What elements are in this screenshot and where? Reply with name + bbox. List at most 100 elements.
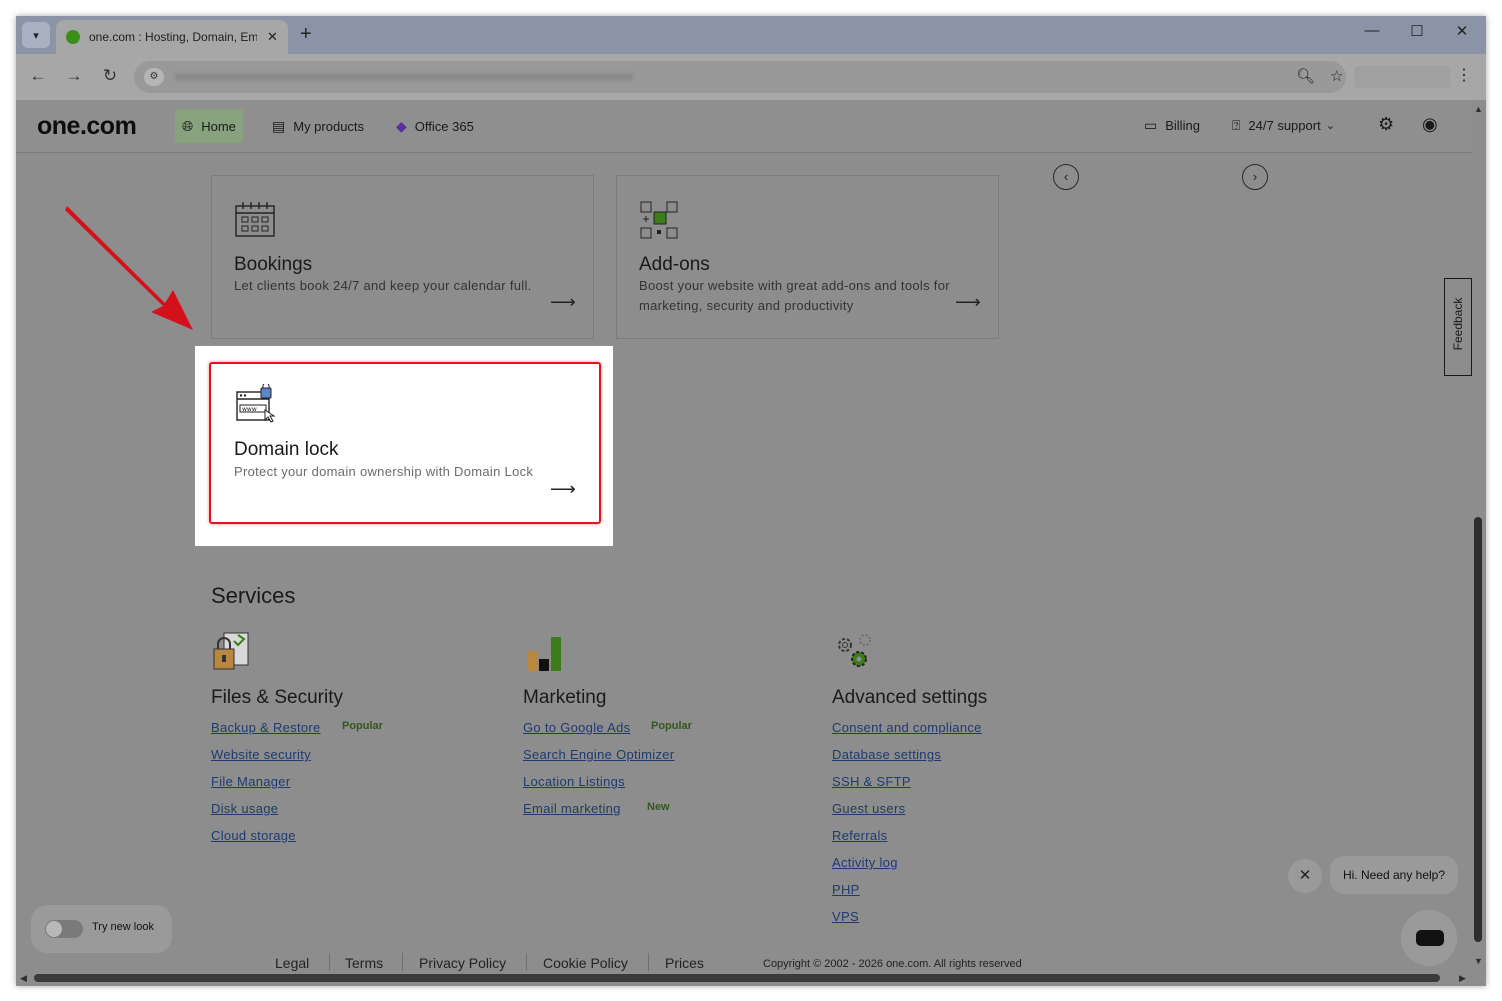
disk-usage-link[interactable]: Disk usage	[211, 801, 278, 816]
support-menu[interactable]: ⍰ 24/7 support ⌄	[1232, 117, 1335, 134]
credit-card-icon: ▭	[1144, 117, 1158, 133]
arrow-right-icon[interactable]: ⟶	[550, 479, 576, 500]
scroll-up-arrow-icon[interactable]: ▲	[1474, 104, 1483, 114]
url-text	[174, 73, 634, 81]
domain-lock-desc: Protect your domain ownership with Domai…	[234, 464, 534, 479]
calendar-icon	[235, 202, 275, 237]
copyright-text: Copyright © 2002 - 2026 one.com. All rig…	[763, 958, 1022, 970]
domain-lock-icon: www	[236, 384, 276, 423]
footer-divider	[402, 953, 403, 971]
billing-label: Billing	[1165, 118, 1200, 133]
files-security-title: Files & Security	[211, 687, 343, 708]
browser-tab[interactable]: one.com : Hosting, Domain, Em ✕	[56, 20, 288, 54]
browser-window: ▾ one.com : Hosting, Domain, Em ✕ + — ☐ …	[16, 16, 1486, 986]
addons-card[interactable]: Add-ons Boost your website with great ad…	[616, 175, 999, 339]
scroll-right-arrow-icon[interactable]: ▶	[1459, 973, 1466, 984]
profile-area[interactable]	[1354, 66, 1450, 88]
support-label: 24/7 support	[1248, 118, 1321, 133]
activity-log-link[interactable]: Activity log	[832, 855, 898, 870]
chat-bubble[interactable]: Hi. Need any help?	[1330, 856, 1458, 894]
chat-launcher-icon[interactable]	[1401, 910, 1457, 966]
tab-strip: ▾ one.com : Hosting, Domain, Em ✕ + — ☐ …	[16, 16, 1486, 54]
one-com-logo[interactable]: one.com	[37, 112, 137, 141]
footer-cookie-link[interactable]: Cookie Policy	[543, 955, 628, 971]
nav-my-products-label: My products	[293, 118, 365, 134]
php-link[interactable]: PHP	[832, 882, 860, 897]
guest-users-link[interactable]: Guest users	[832, 801, 905, 816]
footer-divider	[329, 953, 330, 971]
bookmark-star-icon[interactable]: ☆	[1330, 67, 1343, 85]
horizontal-scrollbar[interactable]	[34, 974, 1440, 982]
carousel-prev-icon[interactable]: ‹	[1053, 164, 1079, 190]
back-icon[interactable]: ←	[26, 66, 50, 86]
tab-title: one.com : Hosting, Domain, Em	[89, 30, 257, 44]
footer-legal-link[interactable]: Legal	[275, 955, 309, 971]
feedback-tab[interactable]: Feedback	[1444, 278, 1472, 376]
account-icon[interactable]: ◉	[1422, 114, 1438, 135]
try-new-look-label: Try new look	[92, 921, 154, 933]
backup-restore-link[interactable]: Backup & Restore	[211, 720, 321, 735]
arrow-right-icon[interactable]: ⟶	[955, 292, 981, 313]
favicon-icon	[66, 30, 80, 44]
addons-desc: Boost your website with great add-ons an…	[639, 278, 950, 313]
addons-title: Add-ons	[639, 254, 710, 275]
scroll-left-arrow-icon[interactable]: ◀	[20, 973, 27, 984]
billing-link[interactable]: ▭ Billing	[1144, 117, 1200, 134]
address-bar[interactable]: ⚙ 🔍︎ ☆	[134, 61, 1346, 93]
reload-icon[interactable]: ↻	[98, 66, 122, 86]
nav-home-label: Home	[201, 118, 236, 134]
minimize-icon[interactable]: —	[1358, 22, 1386, 39]
carousel-next-icon[interactable]: ›	[1242, 164, 1268, 190]
seo-link[interactable]: Search Engine Optimizer	[523, 747, 674, 762]
browser-toolbar: ← → ↻ ⚙ 🔍︎ ☆ ⋮	[16, 54, 1486, 100]
vps-link[interactable]: VPS	[832, 909, 859, 924]
footer-prices-link[interactable]: Prices	[665, 955, 704, 971]
tab-search-chevron-icon[interactable]: ▾	[22, 22, 50, 48]
vertical-scrollbar[interactable]	[1474, 517, 1482, 942]
list-icon: ▤	[272, 117, 286, 134]
settings-gear-icon[interactable]: ⚙	[1378, 114, 1394, 135]
nav-office-365[interactable]: ◆ Office 365	[389, 109, 481, 143]
advanced-settings-title: Advanced settings	[832, 687, 988, 708]
location-listings-link[interactable]: Location Listings	[523, 774, 625, 789]
toggle-switch[interactable]	[45, 920, 83, 938]
forward-icon[interactable]: →	[62, 66, 86, 86]
website-security-link[interactable]: Website security	[211, 747, 311, 762]
domain-lock-title: Domain lock	[234, 439, 339, 460]
domain-lock-spotlight: www Domain lock Protect your domain owne…	[195, 346, 613, 546]
nav-office-365-label: Office 365	[414, 118, 474, 134]
referrals-link[interactable]: Referrals	[832, 828, 887, 843]
file-manager-link[interactable]: File Manager	[211, 774, 290, 789]
footer-privacy-link[interactable]: Privacy Policy	[419, 955, 506, 971]
chat-close-icon[interactable]: ✕	[1288, 859, 1322, 893]
nav-my-products[interactable]: ▤ My products	[265, 109, 371, 143]
arrow-right-icon[interactable]: ⟶	[550, 292, 576, 313]
consent-compliance-link[interactable]: Consent and compliance	[832, 720, 982, 735]
google-ads-link[interactable]: Go to Google Ads	[523, 720, 630, 735]
main-content: Bookings Let clients book 24/7 and keep …	[16, 153, 1472, 973]
ssh-sftp-link[interactable]: SSH & SFTP	[832, 774, 911, 789]
database-settings-link[interactable]: Database settings	[832, 747, 941, 762]
cloud-storage-link[interactable]: Cloud storage	[211, 828, 296, 843]
footer-terms-link[interactable]: Terms	[345, 955, 383, 971]
help-icon: ⍰	[1232, 117, 1241, 133]
try-new-look-toggle[interactable]: Try new look	[31, 905, 172, 953]
scroll-down-arrow-icon[interactable]: ▼	[1474, 956, 1483, 966]
tab-close-icon[interactable]: ✕	[267, 29, 278, 45]
footer-divider	[526, 953, 527, 971]
window-close-icon[interactable]: ✕	[1448, 22, 1476, 40]
marketing-title: Marketing	[523, 687, 607, 708]
browser-menu-icon[interactable]: ⋮	[1456, 65, 1472, 85]
new-tab-icon[interactable]: +	[300, 24, 312, 44]
site-settings-icon[interactable]: ⚙	[144, 68, 164, 86]
bookings-title: Bookings	[234, 254, 313, 275]
office-365-icon: ◆	[396, 117, 407, 134]
email-marketing-link[interactable]: Email marketing	[523, 801, 621, 816]
addons-grid-icon	[640, 201, 678, 239]
advanced-settings-gears-icon	[838, 634, 871, 667]
zoom-icon[interactable]: 🔍︎	[1296, 67, 1315, 85]
pointer-arrow-icon	[65, 206, 193, 330]
nav-home[interactable]: 🌐︎ Home	[175, 109, 243, 143]
maximize-icon[interactable]: ☐	[1403, 22, 1431, 40]
bookings-card[interactable]: Bookings Let clients book 24/7 and keep …	[211, 175, 594, 339]
